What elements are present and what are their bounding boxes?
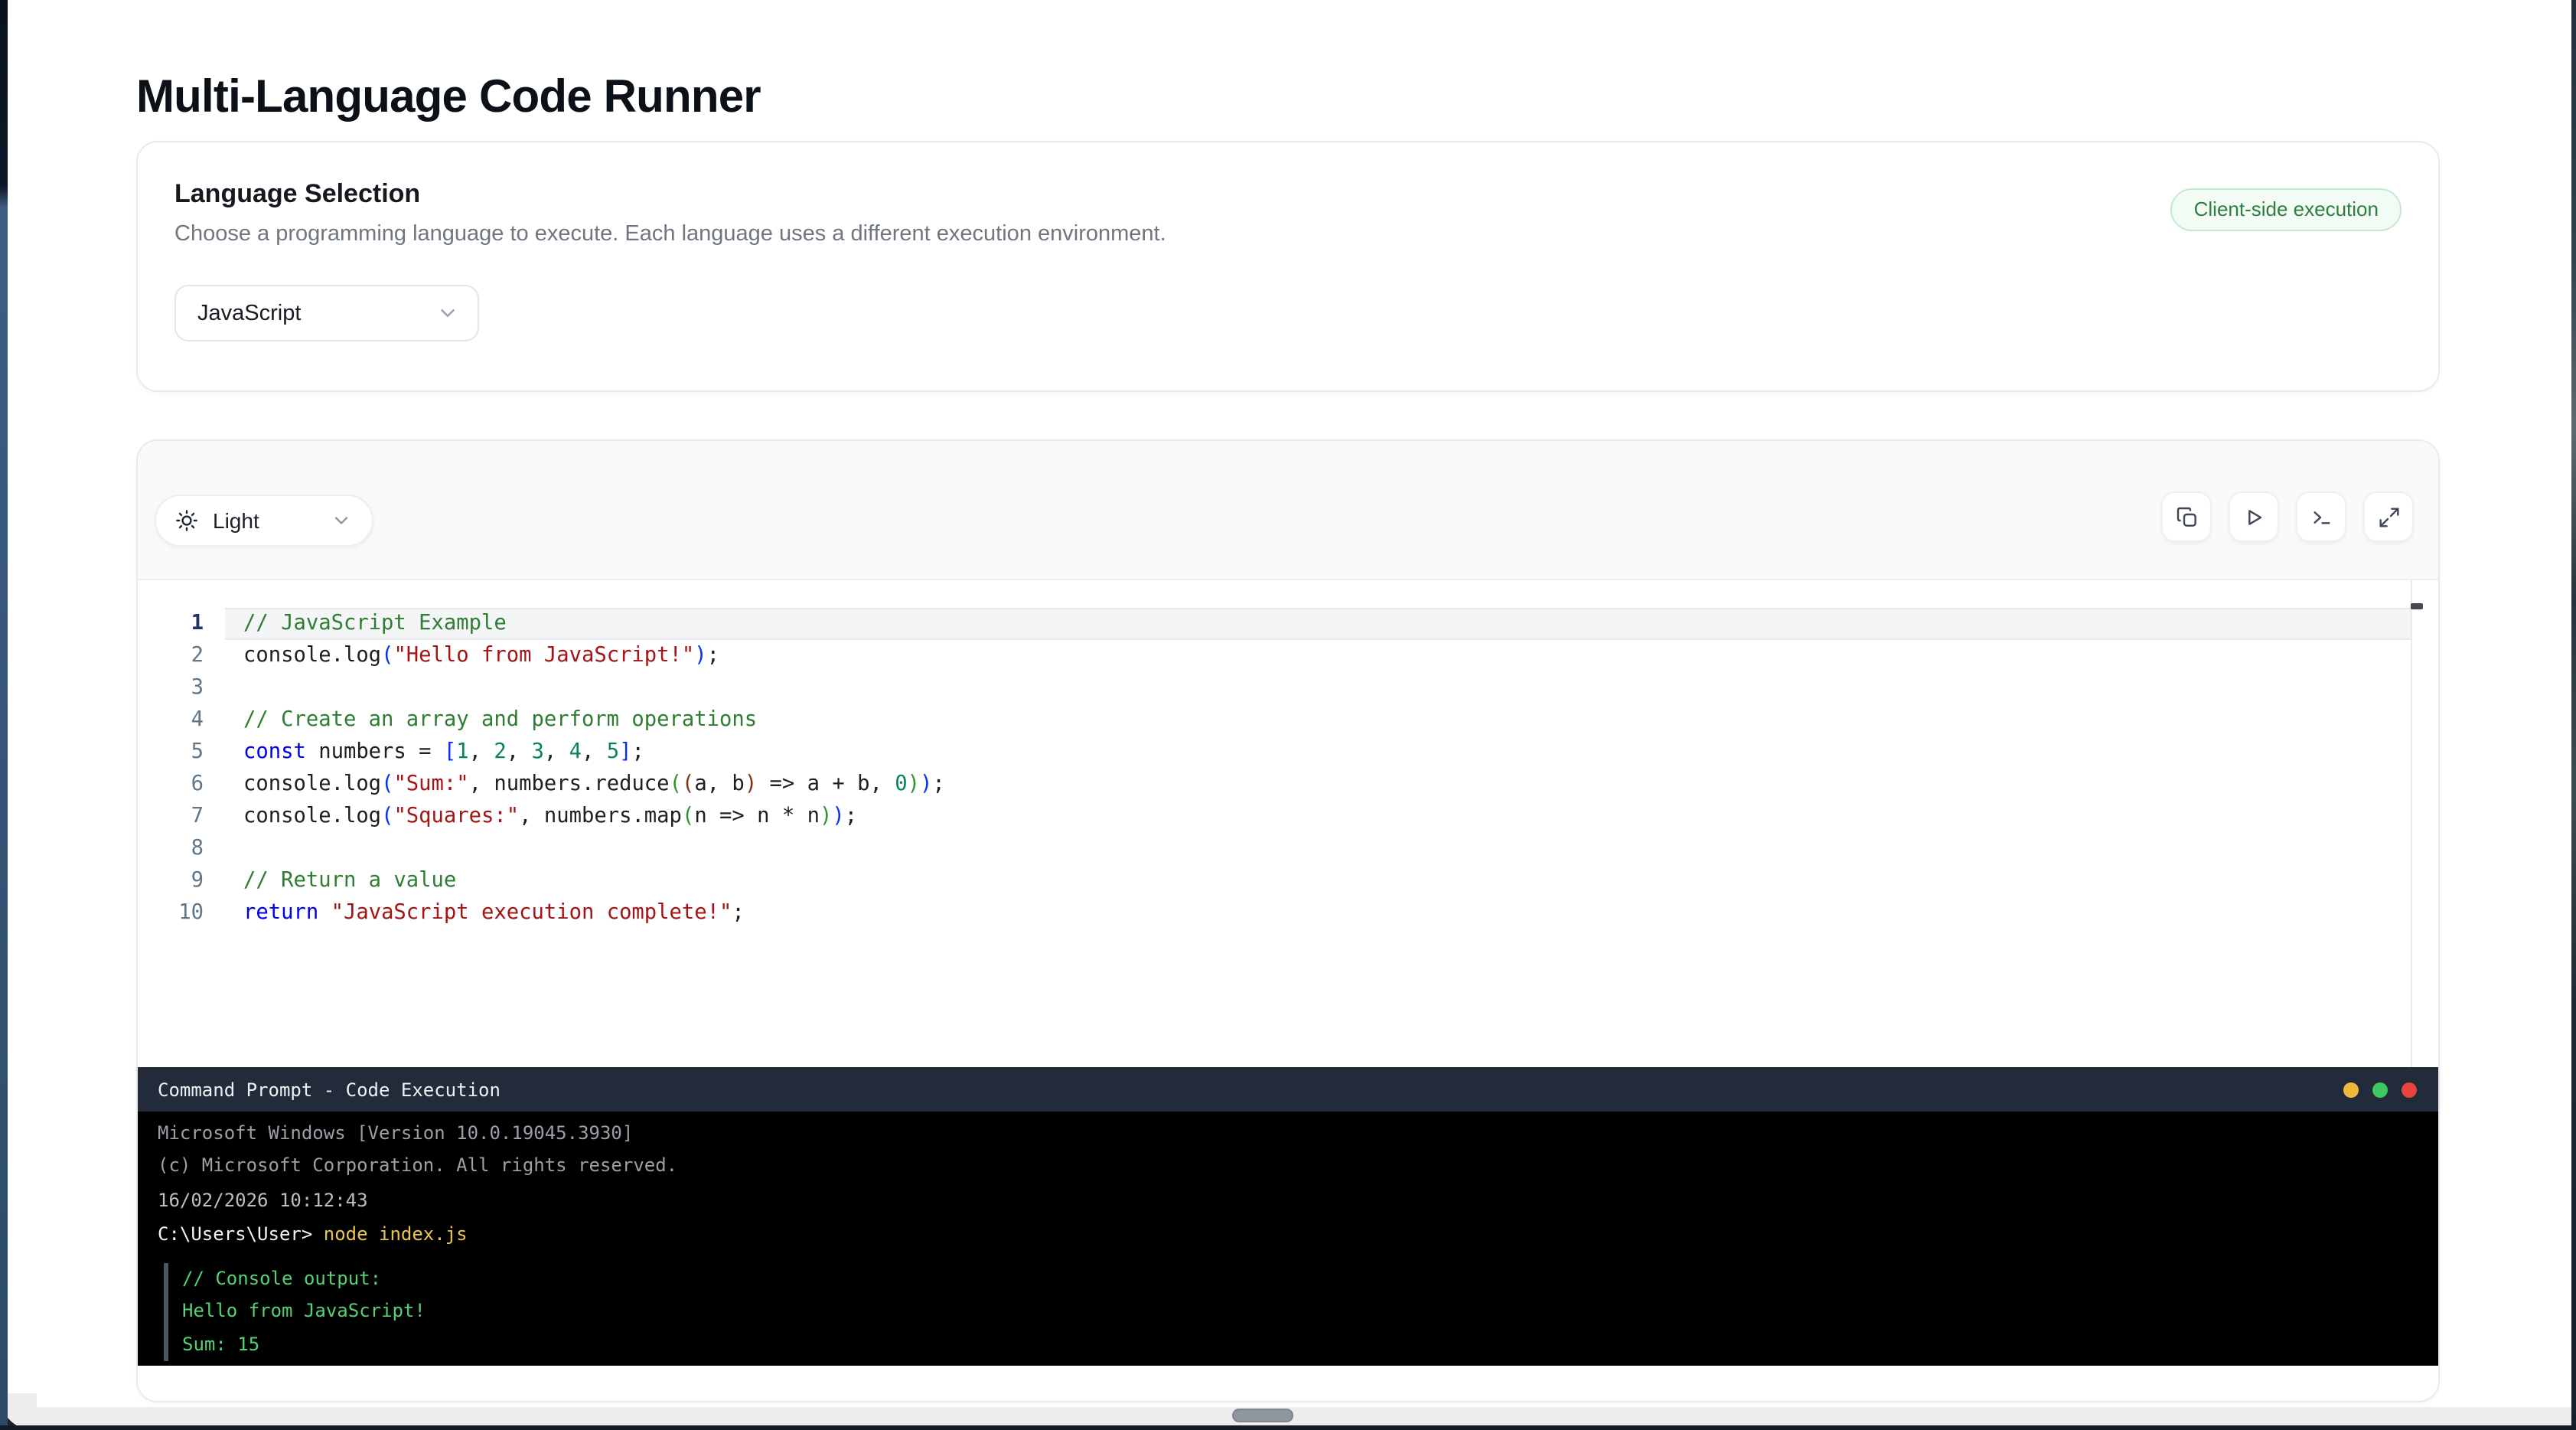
language-card-heading: Language Selection <box>174 179 2402 210</box>
sun-icon <box>174 508 199 533</box>
console-output-line: // Console output: <box>182 1263 2438 1296</box>
chevron-down-icon <box>436 302 459 325</box>
code-text: console.log("Squares:", numbers.map(n =>… <box>225 802 2412 834</box>
code-runner-card: Light <box>136 439 2440 1402</box>
terminal-prompt-line: C:\Users\User> node index.js <box>158 1219 2438 1252</box>
code-line-4[interactable]: 4// Create an array and perform operatio… <box>138 704 2438 736</box>
terminal-icon <box>2309 504 2333 529</box>
copy-icon <box>2174 504 2199 529</box>
page-title: Multi-Language Code Runner <box>136 72 761 124</box>
code-text: // Return a value <box>225 866 2412 898</box>
code-line-1[interactable]: 1// JavaScript Example <box>138 608 2438 640</box>
editor-right-ruler <box>2411 580 2412 1067</box>
window-bottom-edge <box>0 1425 2576 1430</box>
code-line-3[interactable]: 3 <box>138 672 2438 704</box>
line-number: 2 <box>138 640 225 672</box>
line-number: 8 <box>138 834 225 866</box>
code-text: return "JavaScript execution complete!"; <box>225 898 2412 930</box>
console-output-line: Sum: 15 <box>182 1329 2438 1362</box>
terminal-panel: Command Prompt - Code Execution Microsof… <box>138 1067 2438 1401</box>
language-card-description: Choose a programming language to execute… <box>174 222 2402 246</box>
overview-ruler-mark <box>2411 603 2423 609</box>
play-icon <box>2242 504 2266 529</box>
minimize-dot <box>2343 1082 2359 1097</box>
language-select[interactable]: JavaScript <box>174 285 479 341</box>
code-editor[interactable]: 1// JavaScript Example2console.log("Hell… <box>138 580 2438 1067</box>
toolbar-buttons <box>2161 491 2414 542</box>
code-text: // Create an array and perform operation… <box>225 704 2412 736</box>
window-left-edge <box>0 0 8 1430</box>
maximize-dot <box>2372 1082 2388 1097</box>
line-number: 5 <box>138 736 225 769</box>
code-text <box>225 834 2412 866</box>
code-line-8[interactable]: 8 <box>138 834 2438 866</box>
line-number: 7 <box>138 802 225 834</box>
language-select-value: JavaScript <box>197 301 301 325</box>
code-line-6[interactable]: 6console.log("Sum:", numbers.reduce((a, … <box>138 769 2438 801</box>
code-text <box>225 672 2412 704</box>
terminal-traffic-lights <box>2343 1082 2417 1097</box>
code-line-10[interactable]: 10return "JavaScript execution complete!… <box>138 898 2438 930</box>
editor-toolbar: Light <box>138 441 2438 580</box>
line-number: 1 <box>138 608 225 640</box>
horizontal-scrollbar-thumb[interactable] <box>1232 1409 1293 1422</box>
terminal-header: Command Prompt - Code Execution <box>138 1067 2438 1112</box>
console-output-block: // Console output:Hello from JavaScript!… <box>164 1263 2438 1362</box>
terminal-button[interactable] <box>2296 491 2346 542</box>
code-text: console.log("Hello from JavaScript!"); <box>225 640 2412 672</box>
code-text: const numbers = [1, 2, 3, 4, 5]; <box>225 736 2412 769</box>
theme-select[interactable]: Light <box>155 495 373 547</box>
terminal-timestamp: 16/02/2026 10:12:43 <box>158 1185 2438 1218</box>
code-line-5[interactable]: 5const numbers = [1, 2, 3, 4, 5]; <box>138 736 2438 769</box>
command-text: node index.js <box>312 1223 467 1245</box>
chevron-down-icon <box>331 510 352 531</box>
run-button[interactable] <box>2229 491 2279 542</box>
terminal-text-line: Microsoft Windows [Version 10.0.19045.39… <box>158 1117 2438 1150</box>
close-dot <box>2402 1082 2417 1097</box>
card-bottom-spacer <box>138 1366 2438 1402</box>
execution-mode-badge: Client-side execution <box>2171 188 2402 231</box>
copy-button[interactable] <box>2161 491 2212 542</box>
terminal-text-line: (c) Microsoft Corporation. All rights re… <box>158 1150 2438 1183</box>
prompt-path: C:\Users\User> <box>158 1223 312 1245</box>
line-number: 10 <box>138 898 225 930</box>
language-selection-card: Language Selection Choose a programming … <box>136 141 2440 392</box>
line-number: 4 <box>138 704 225 736</box>
code-line-9[interactable]: 9// Return a value <box>138 866 2438 898</box>
expand-icon <box>2376 504 2401 529</box>
code-text: console.log("Sum:", numbers.reduce((a, b… <box>225 769 2412 801</box>
code-line-2[interactable]: 2console.log("Hello from JavaScript!"); <box>138 640 2438 672</box>
app-window: Multi-Language Code Runner Language Sele… <box>0 0 2576 1430</box>
code-text: // JavaScript Example <box>225 608 2412 640</box>
console-output-line: Hello from JavaScript! <box>182 1296 2438 1329</box>
code-line-7[interactable]: 7console.log("Squares:", numbers.map(n =… <box>138 802 2438 834</box>
line-number: 9 <box>138 866 225 898</box>
fullscreen-button[interactable] <box>2363 491 2414 542</box>
line-number: 3 <box>138 672 225 704</box>
line-number: 6 <box>138 769 225 801</box>
terminal-output: Microsoft Windows [Version 10.0.19045.39… <box>138 1112 2438 1366</box>
code-lines: 1// JavaScript Example2console.log("Hell… <box>138 608 2438 930</box>
window-right-edge <box>2571 0 2576 1430</box>
terminal-lines: Microsoft Windows [Version 10.0.19045.39… <box>158 1117 2438 1362</box>
terminal-title: Command Prompt - Code Execution <box>158 1079 2343 1100</box>
theme-select-value: Light <box>213 508 331 533</box>
